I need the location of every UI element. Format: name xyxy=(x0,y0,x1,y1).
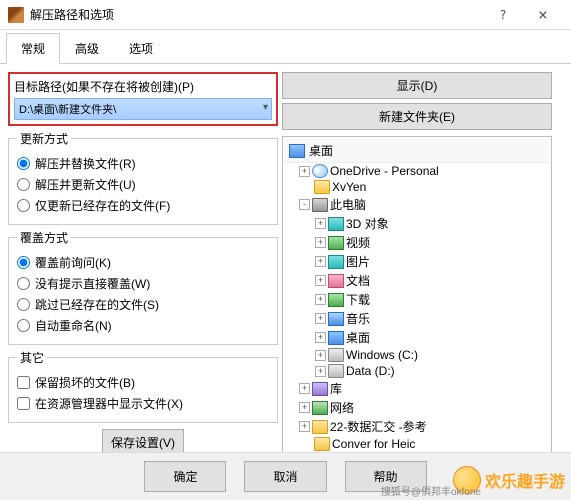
misc-show-explorer[interactable]: 在资源管理器中显示文件(X) xyxy=(17,393,269,414)
tree-item-label: Conver for Heic xyxy=(332,437,415,451)
overwrite-mode-group: 覆盖方式 覆盖前询问(K) 没有提示直接覆盖(W) 跳过已经存在的文件(S) 自… xyxy=(8,229,278,345)
window-title: 解压路径和选项 xyxy=(30,6,483,23)
help-button[interactable]: ? xyxy=(483,1,523,29)
tree-root[interactable]: 桌面 xyxy=(285,139,549,163)
folder-icon xyxy=(314,180,330,194)
tree-toggle-icon[interactable]: + xyxy=(315,218,326,229)
folder-icon xyxy=(314,437,330,451)
new-folder-button[interactable]: 新建文件夹(E) xyxy=(282,103,552,130)
tree-toggle-icon[interactable]: + xyxy=(315,366,326,377)
display-button[interactable]: 显示(D) xyxy=(282,72,552,99)
folder-icon xyxy=(312,401,328,415)
overwrite-opt-rename[interactable]: 自动重命名(N) xyxy=(17,315,269,336)
path-highlight: 目标路径(如果不存在将被创建)(P) ▾ xyxy=(8,72,278,126)
titlebar: 解压路径和选项 ? × xyxy=(0,0,571,30)
folder-icon xyxy=(328,331,344,345)
tree-item-label: 网络 xyxy=(330,399,354,416)
tree-toggle-icon[interactable]: + xyxy=(315,256,326,267)
tree-item[interactable]: + 桌面 xyxy=(285,328,549,347)
tree-item[interactable]: - 此电脑 xyxy=(285,195,549,214)
tree-toggle-icon[interactable]: + xyxy=(315,294,326,305)
app-icon xyxy=(8,7,24,23)
tree-item-label: 视频 xyxy=(346,234,370,251)
folder-icon xyxy=(328,217,344,231)
folder-icon xyxy=(328,274,344,288)
update-opt-update[interactable]: 解压并更新文件(U) xyxy=(17,174,269,195)
tree-toggle-icon[interactable]: + xyxy=(315,313,326,324)
tree-toggle-icon[interactable]: + xyxy=(315,237,326,248)
tree-toggle-icon[interactable]: - xyxy=(299,199,310,210)
tab-advanced[interactable]: 高级 xyxy=(60,33,114,64)
close-button[interactable]: × xyxy=(523,1,563,29)
tree-item-label: 下载 xyxy=(346,291,370,308)
cancel-button[interactable]: 取消 xyxy=(244,461,326,492)
tree-item-label: XvYen xyxy=(332,180,366,194)
tree-item[interactable]: +库 xyxy=(285,379,549,398)
destination-path-input[interactable] xyxy=(14,98,272,120)
tree-item[interactable]: XvYen xyxy=(285,179,549,195)
tree-item-label: 音乐 xyxy=(346,310,370,327)
path-label: 目标路径(如果不存在将被创建)(P) xyxy=(14,78,272,95)
folder-icon xyxy=(328,364,344,378)
tree-item-label: 库 xyxy=(330,380,342,397)
tab-options[interactable]: 选项 xyxy=(114,33,168,64)
folder-tree[interactable]: 桌面 +OneDrive - PersonalXvYen-此电脑+3D 对象+视… xyxy=(282,136,552,471)
tree-toggle-icon[interactable]: + xyxy=(299,383,310,394)
update-mode-group: 更新方式 解压并替换文件(R) 解压并更新文件(U) 仅更新已经存在的文件(F) xyxy=(8,130,278,225)
tree-item[interactable]: Conver for Heic xyxy=(285,436,549,452)
tree-item-label: 图片 xyxy=(346,253,370,270)
tree-item[interactable]: +22-数据汇交 -参考 xyxy=(285,417,549,436)
folder-icon xyxy=(328,348,344,362)
tree-item[interactable]: + 图片 xyxy=(285,252,549,271)
update-legend: 更新方式 xyxy=(17,130,71,147)
folder-icon xyxy=(328,293,344,307)
misc-legend: 其它 xyxy=(17,349,47,366)
tree-item[interactable]: + 下载 xyxy=(285,290,549,309)
tree-item[interactable]: +3D 对象 xyxy=(285,214,549,233)
tree-item-label: OneDrive - Personal xyxy=(330,164,439,178)
folder-icon xyxy=(328,255,344,269)
tree-item[interactable]: + 网络 xyxy=(285,398,549,417)
tree-item[interactable]: + OneDrive - Personal xyxy=(285,163,549,179)
misc-keep-broken[interactable]: 保留损坏的文件(B) xyxy=(17,372,269,393)
folder-icon xyxy=(328,312,344,326)
folder-icon xyxy=(312,198,328,212)
tree-item[interactable]: + Data (D:) xyxy=(285,363,549,379)
path-dropdown-icon[interactable]: ▾ xyxy=(263,102,268,113)
folder-icon xyxy=(312,420,328,434)
tree-toggle-icon[interactable]: + xyxy=(299,402,310,413)
misc-group: 其它 保留损坏的文件(B) 在资源管理器中显示文件(X) xyxy=(8,349,278,423)
update-opt-replace[interactable]: 解压并替换文件(R) xyxy=(17,153,269,174)
tree-item-label: 此电脑 xyxy=(330,196,366,213)
tab-general[interactable]: 常规 xyxy=(6,33,60,64)
tree-item-label: Windows (C:) xyxy=(346,348,418,362)
folder-icon xyxy=(312,164,328,178)
tree-item[interactable]: + Windows (C:) xyxy=(285,347,549,363)
tree-item-label: 3D 对象 xyxy=(346,215,389,232)
tree-item-label: 文档 xyxy=(346,272,370,289)
tree-toggle-icon[interactable]: + xyxy=(315,350,326,361)
ok-button[interactable]: 确定 xyxy=(144,461,226,492)
overwrite-legend: 覆盖方式 xyxy=(17,229,71,246)
tree-toggle-icon[interactable]: + xyxy=(299,166,310,177)
tree-item[interactable]: + 视频 xyxy=(285,233,549,252)
folder-icon xyxy=(328,236,344,250)
tree-item-label: 桌面 xyxy=(346,329,370,346)
overwrite-opt-skip[interactable]: 跳过已经存在的文件(S) xyxy=(17,294,269,315)
tree-toggle-icon[interactable]: + xyxy=(315,332,326,343)
tree-item-label: 22-数据汇交 -参考 xyxy=(330,418,427,435)
folder-icon xyxy=(312,382,328,396)
tree-item[interactable]: + 音乐 xyxy=(285,309,549,328)
desktop-icon xyxy=(289,144,305,158)
update-opt-existing[interactable]: 仅更新已经存在的文件(F) xyxy=(17,195,269,216)
overwrite-opt-noprompt[interactable]: 没有提示直接覆盖(W) xyxy=(17,273,269,294)
tree-toggle-icon[interactable]: + xyxy=(299,421,310,432)
tabs: 常规 高级 选项 xyxy=(0,32,571,64)
tree-item-label: Data (D:) xyxy=(346,364,395,378)
tree-toggle-icon[interactable]: + xyxy=(315,275,326,286)
tree-item[interactable]: + 文档 xyxy=(285,271,549,290)
watermark-sub: 搜狐号@俱邦丰okfone xyxy=(381,483,481,498)
overwrite-opt-ask[interactable]: 覆盖前询问(K) xyxy=(17,252,269,273)
